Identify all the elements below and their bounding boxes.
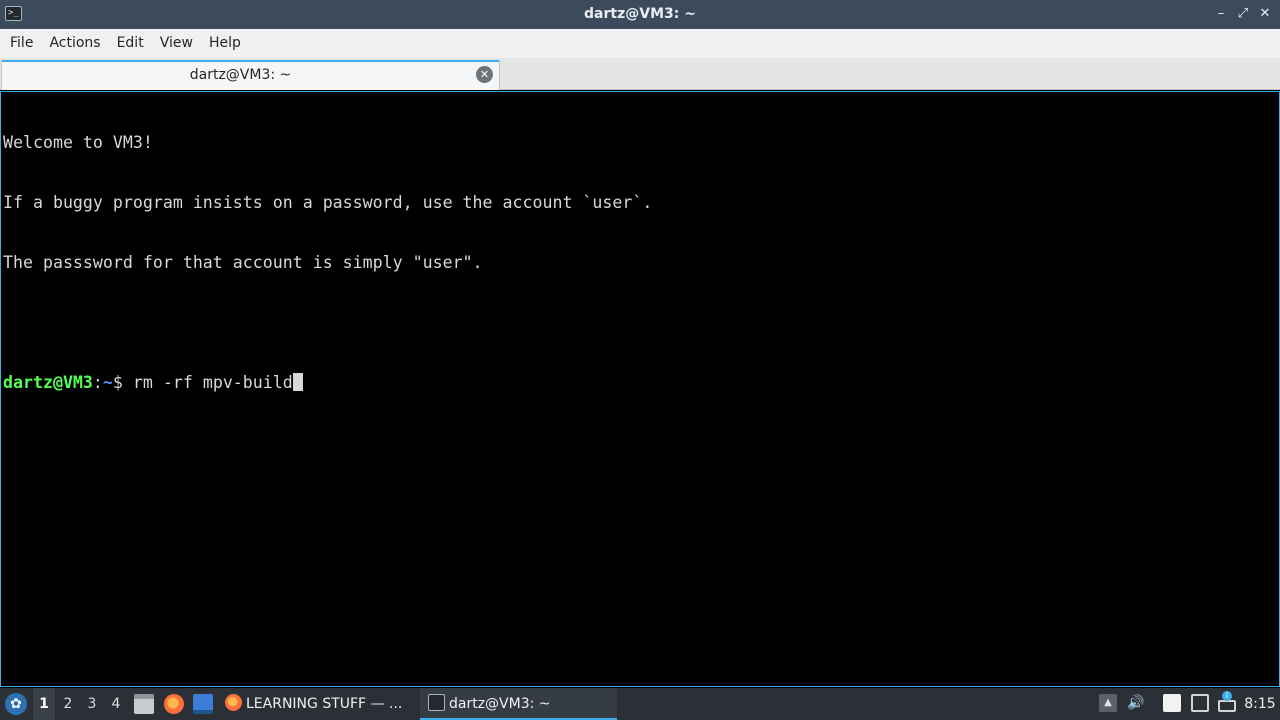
show-desktop-icon[interactable] (193, 694, 213, 714)
menu-actions[interactable]: Actions (41, 29, 108, 58)
tab-label: dartz@VM3: ~ (189, 67, 292, 83)
workspace-2[interactable]: 2 (57, 688, 79, 720)
text-cursor (292, 373, 303, 391)
terminal-line: Welcome to VM3! (3, 133, 153, 152)
window-title: dartz@VM3: ~ (584, 6, 696, 22)
minimize-icon[interactable]: – (1212, 5, 1230, 23)
terminal-line: The passsword for that account is simply… (3, 253, 483, 272)
task-label: LEARNING STUFF — ... (246, 696, 403, 712)
tray-expand-icon[interactable]: ▲ (1099, 694, 1117, 712)
maximize-icon[interactable]: ⤢ (1234, 5, 1252, 23)
firefox-icon (225, 694, 242, 711)
command-line[interactable]: dartz@VM3:~$ rm -rf mpv-build (3, 373, 1277, 393)
window-controls: – ⤢ ✕ (1212, 5, 1274, 23)
volume-icon[interactable]: 🔊 (1127, 694, 1145, 712)
task-firefox[interactable]: LEARNING STUFF — ... (225, 688, 410, 720)
menu-view[interactable]: View (152, 29, 201, 58)
workspace-4[interactable]: 4 (105, 688, 127, 720)
tab-bar: dartz@VM3: ~ ✕ (0, 58, 1280, 90)
window-titlebar[interactable]: >_ dartz@VM3: ~ – ⤢ ✕ (0, 0, 1280, 29)
menu-edit[interactable]: Edit (109, 29, 152, 58)
file-manager-icon[interactable] (134, 694, 154, 714)
terminal-output[interactable]: Welcome to VM3! If a buggy program insis… (0, 91, 1280, 687)
command-text: rm -rf mpv-build (132, 373, 293, 392)
prompt-user: dartz@VM3 (3, 373, 93, 392)
clipboard-icon[interactable] (1163, 694, 1181, 712)
terminal-line: If a buggy program insists on a password… (3, 193, 653, 212)
start-menu-icon[interactable]: ✿ (5, 693, 27, 715)
update-box (1218, 700, 1236, 712)
workspace-3[interactable]: 3 (81, 688, 103, 720)
close-tab-icon[interactable]: ✕ (476, 66, 493, 83)
terminal-icon (428, 694, 445, 711)
prompt-symbol: $ (112, 373, 133, 392)
task-label: dartz@VM3: ~ (449, 696, 551, 712)
prompt-path: ~ (102, 373, 113, 392)
menu-bar: File Actions Edit View Help (0, 29, 1280, 58)
clock[interactable]: 8:15 (1240, 688, 1280, 720)
workspace-1[interactable]: 1 (33, 688, 55, 720)
prompt-separator: : (92, 373, 103, 392)
menu-file[interactable]: File (2, 29, 41, 58)
update-notifier-icon[interactable]: i (1218, 691, 1236, 712)
task-terminal[interactable]: dartz@VM3: ~ (420, 688, 617, 720)
network-icon[interactable] (1191, 694, 1209, 712)
menu-help[interactable]: Help (201, 29, 249, 58)
info-badge-icon: i (1222, 691, 1232, 701)
terminal-tab[interactable]: dartz@VM3: ~ ✕ (1, 60, 500, 90)
close-window-icon[interactable]: ✕ (1256, 5, 1274, 23)
firefox-launcher-icon[interactable] (164, 694, 184, 714)
taskbar: ✿ 1 2 3 4 LEARNING STUFF — ... dartz@VM3… (0, 688, 1280, 720)
